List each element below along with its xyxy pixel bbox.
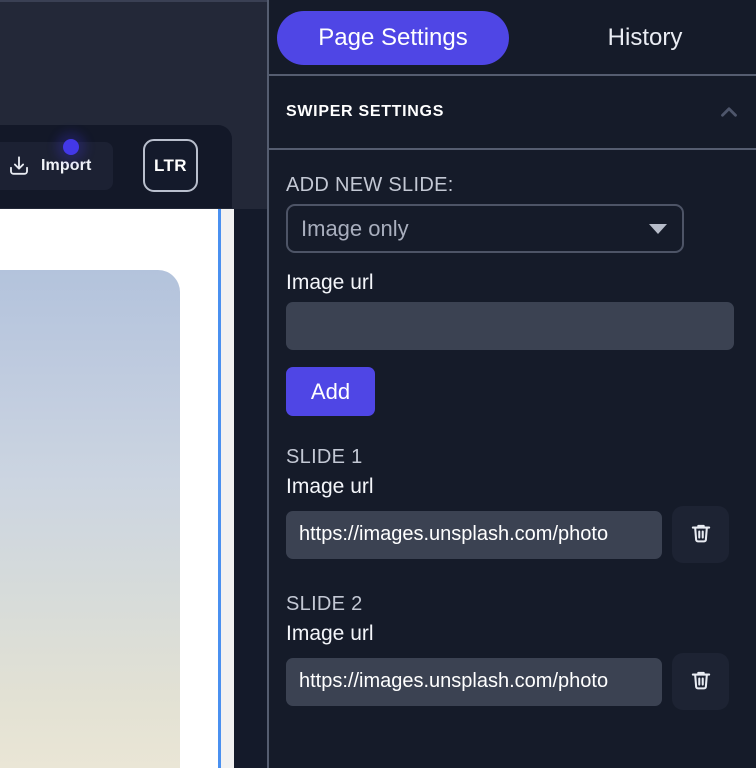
slide-image-url-input[interactable] xyxy=(286,510,662,559)
swiper-settings-body: ADD NEW SLIDE: Image only Image url Add … xyxy=(269,150,756,710)
preview-gutter xyxy=(234,209,267,768)
slide-row xyxy=(286,653,739,710)
new-slide-image-url-input[interactable] xyxy=(286,302,734,350)
editor-floating-toolbar: Import LTR xyxy=(0,125,232,208)
trash-icon xyxy=(688,667,714,696)
slide-block: SLIDE 2 Image url xyxy=(286,593,739,710)
slide-image-url-label: Image url xyxy=(286,475,374,498)
settings-panel: Page Settings History SWIPER SETTINGS AD… xyxy=(267,0,756,768)
slide-block: SLIDE 1 Image url xyxy=(286,446,739,563)
add-slide-button[interactable]: Add xyxy=(286,367,375,416)
text-direction-label: LTR xyxy=(154,155,187,175)
download-icon xyxy=(6,153,32,179)
delete-slide-button[interactable] xyxy=(672,653,729,710)
swiper-settings-section-header[interactable]: SWIPER SETTINGS xyxy=(269,76,756,150)
add-new-slide-caption: ADD NEW SLIDE: xyxy=(286,174,454,196)
slide-type-select[interactable]: Image only xyxy=(286,204,684,253)
chevron-up-icon[interactable] xyxy=(714,97,744,127)
tab-history[interactable]: History xyxy=(533,11,756,65)
section-title: SWIPER SETTINGS xyxy=(286,103,445,120)
page-preview-frame xyxy=(0,209,220,768)
new-slide-image-url-label: Image url xyxy=(286,271,374,294)
import-notification-badge[interactable] xyxy=(63,139,79,155)
add-slide-button-label: Add xyxy=(310,378,351,404)
slide-image-url-input[interactable] xyxy=(286,657,662,706)
delete-slide-button[interactable] xyxy=(672,506,729,563)
tab-page-settings-label: Page Settings xyxy=(318,24,468,51)
text-direction-button[interactable]: LTR xyxy=(143,139,198,192)
slide-image-url-label: Image url xyxy=(286,622,374,645)
import-button[interactable]: Import xyxy=(0,142,113,190)
slide-title: SLIDE 2 xyxy=(286,593,363,615)
panel-tab-bar: Page Settings History xyxy=(269,0,756,76)
trash-icon xyxy=(688,520,714,549)
slide-type-select-wrapper: Image only xyxy=(286,204,684,253)
preview-scrollbar-track[interactable] xyxy=(221,209,453,768)
slide-row xyxy=(286,506,739,563)
tab-history-label: History xyxy=(607,24,683,51)
app-root: Import LTR Page Settings History SWIPER … xyxy=(0,0,756,768)
import-button-label: Import xyxy=(41,157,92,174)
preview-gradient-card xyxy=(0,270,180,768)
slide-title: SLIDE 1 xyxy=(286,446,363,468)
tab-page-settings[interactable]: Page Settings xyxy=(277,11,509,65)
top-hairline xyxy=(0,0,267,2)
